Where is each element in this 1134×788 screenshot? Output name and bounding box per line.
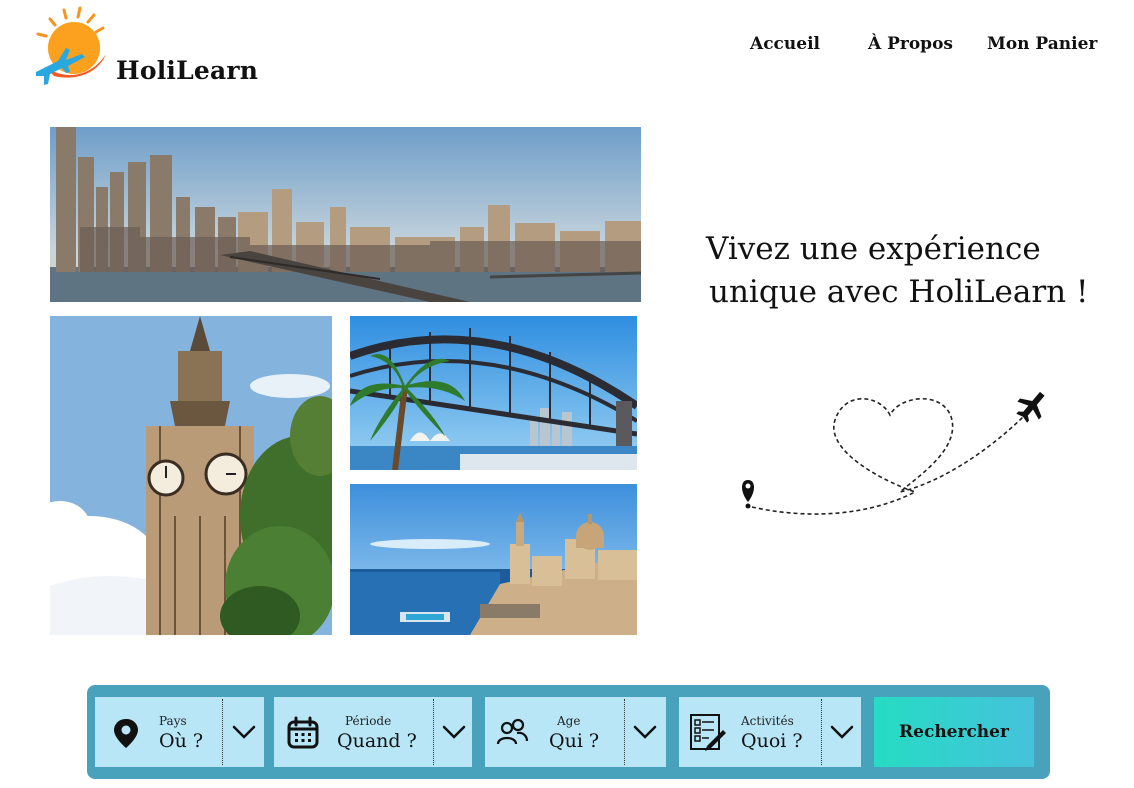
period-field[interactable]: Période Quand ? (274, 697, 472, 767)
people-icon (496, 718, 529, 745)
travel-route-illustration (742, 391, 1045, 515)
airplane-icon (1016, 391, 1045, 423)
sun-plane-logo-icon (36, 6, 106, 85)
age-value: Qui ? (549, 730, 600, 752)
map-pin-icon (114, 719, 138, 748)
activity-value: Quoi ? (741, 730, 803, 752)
hero-tagline: Vivez une expérience unique avec HoliLea… (706, 228, 1116, 314)
search-bar: Pays Où ? Période Quand ? Age Qui ? Acti… (87, 685, 1050, 779)
country-label: Pays (159, 714, 187, 728)
field-divider (433, 699, 434, 765)
age-label: Age (557, 714, 581, 728)
age-field[interactable]: Age Qui ? (485, 697, 666, 767)
brand-logo[interactable]: HoliLearn (30, 6, 270, 88)
activity-label: Activités (741, 714, 794, 728)
field-divider (624, 699, 625, 765)
field-divider (222, 699, 223, 765)
nav-home-link[interactable]: Accueil (750, 34, 820, 54)
calendar-icon (287, 716, 319, 749)
sydney-harbour-photo (350, 316, 637, 470)
chevron-down-icon[interactable] (829, 719, 855, 745)
period-value: Quand ? (337, 730, 417, 752)
nav-cart-link[interactable]: Mon Panier (987, 34, 1097, 54)
big-ben-photo (50, 316, 332, 635)
map-pin-icon (742, 480, 754, 509)
field-divider (821, 699, 822, 765)
nav-about-link[interactable]: À Propos (868, 34, 953, 54)
chevron-down-icon[interactable] (632, 719, 658, 745)
valletta-malta-photo (350, 484, 637, 635)
period-label: Période (345, 714, 392, 728)
country-field[interactable]: Pays Où ? (95, 697, 264, 767)
hero-tagline-line-2: unique avec HoliLearn ! (709, 274, 1089, 310)
search-button[interactable]: Rechercher (874, 697, 1034, 767)
country-value: Où ? (159, 730, 204, 752)
hero-tagline-line-1: Vivez une expérience (706, 231, 1041, 267)
new-york-skyline-photo (50, 127, 641, 302)
checklist-icon (690, 714, 726, 751)
activity-field[interactable]: Activités Quoi ? (679, 697, 861, 767)
chevron-down-icon[interactable] (441, 719, 467, 745)
brand-name: HoliLearn (116, 56, 259, 85)
chevron-down-icon[interactable] (231, 719, 257, 745)
